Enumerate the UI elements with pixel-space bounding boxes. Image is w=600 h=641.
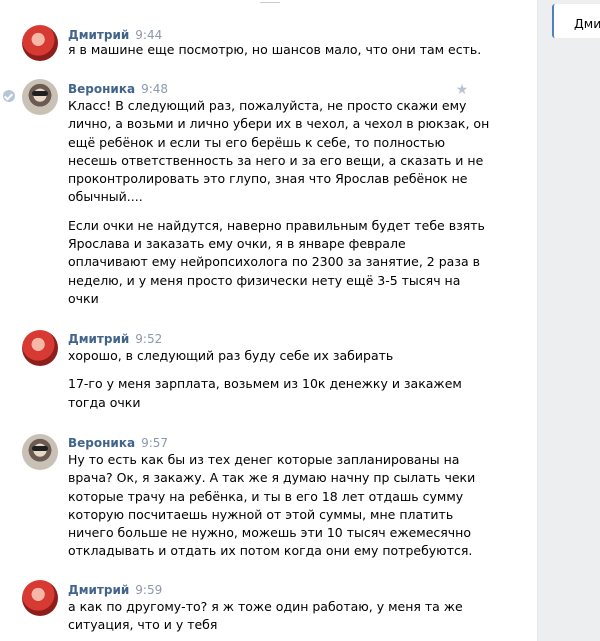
avatar[interactable]: [22, 580, 58, 616]
message-text: Ну то есть как бы из тех денег которые з…: [68, 451, 476, 561]
message-line: врача? Ок, я закажу. А так же я думаю на…: [68, 470, 476, 486]
message-line: тогда очки: [68, 394, 141, 410]
message-line: очки: [68, 290, 99, 306]
author-name[interactable]: Дмитрий: [68, 583, 129, 597]
message-line: которую посчитаешь нужной от этой суммы,…: [68, 506, 454, 522]
message-line: Класс! В следующий раз, пожалуйста, не п…: [68, 98, 467, 113]
message-time[interactable]: 9:57: [141, 436, 168, 450]
conversation-sidebar: Дмит: [537, 0, 600, 641]
author-name[interactable]: Дмитрий: [68, 332, 129, 346]
message-line: которые трачу на ребёнка, и ты в его 18 …: [68, 488, 464, 504]
message-line: откладывать и отдать их потом когда они …: [68, 543, 473, 559]
star-icon[interactable]: ★: [455, 83, 469, 97]
message-line: хорошо, в следующий раз буду себе их заб…: [68, 348, 394, 363]
message-header: Вероника 9:48: [68, 81, 168, 97]
message-line: 17-го у меня зарплата, возьмем из 10к де…: [68, 376, 462, 392]
message-line: Если очки не найдутся, наверно правильны…: [68, 217, 485, 233]
message-line: а как по другому-то? я ж тоже один работ…: [68, 599, 463, 614]
message-line: оплачивают ему нейропсихолога по 2300 за…: [68, 254, 480, 270]
sunglasses-icon: [32, 446, 48, 451]
check-icon: [3, 90, 15, 102]
top-divider: [260, 0, 280, 3]
author-name[interactable]: Вероника: [68, 436, 135, 450]
message-text: я в машине еще посмотрю, но шансов мало,…: [68, 41, 482, 59]
message-text: Класс! В следующий раз, пожалуйста, не п…: [68, 97, 490, 308]
message-time[interactable]: 9:48: [141, 82, 168, 96]
message-line: ещё ребёнок и если ты его берёшь к себе,…: [68, 134, 446, 150]
message-header: Дмитрий 9:52: [68, 331, 162, 347]
message-time[interactable]: 9:52: [135, 332, 162, 346]
active-conversation-label: Дмит: [574, 16, 600, 31]
author-name[interactable]: Дмитрий: [68, 28, 129, 42]
avatar[interactable]: [22, 330, 58, 366]
avatar[interactable]: [22, 434, 58, 470]
sunglasses-icon: [32, 91, 48, 96]
avatar[interactable]: [22, 79, 58, 115]
message-line: лично, а возьми и лично убери их в чехол…: [68, 116, 490, 132]
message-line: Ну то есть как бы из тех денег которые з…: [68, 452, 460, 467]
message-time[interactable]: 9:44: [135, 28, 162, 42]
chat-history: Дмитрий 9:44 я в машине еще посмотрю, но …: [0, 0, 537, 641]
message-header: Вероника 9:57: [68, 435, 168, 451]
message-header: Дмитрий 9:59: [68, 582, 162, 598]
avatar[interactable]: [22, 25, 58, 61]
message-time[interactable]: 9:59: [135, 583, 162, 597]
message-line: ситуация, что и у тебя: [68, 617, 218, 633]
message-line: проконтролировать это глупо, зная что Яр…: [68, 171, 468, 187]
message-line: обычный....: [68, 189, 143, 205]
message-line: ничего больше не нужно, можешь эти 10 ты…: [68, 525, 471, 541]
message-line: я в машине еще посмотрю, но шансов мало,…: [68, 42, 482, 57]
message-line: неделю, и у меня просто физически нету е…: [68, 272, 461, 288]
message-text: хорошо, в следующий раз буду себе их заб…: [68, 347, 463, 412]
message-line: Ярослава и заказать ему очки, я в январе…: [68, 236, 406, 252]
active-conversation-tab[interactable]: Дмит: [552, 4, 600, 38]
author-name[interactable]: Вероника: [68, 82, 135, 96]
message-text: а как по другому-то? я ж тоже один работ…: [68, 598, 463, 635]
message-line: несешь ответственность за него и за его …: [68, 152, 484, 168]
